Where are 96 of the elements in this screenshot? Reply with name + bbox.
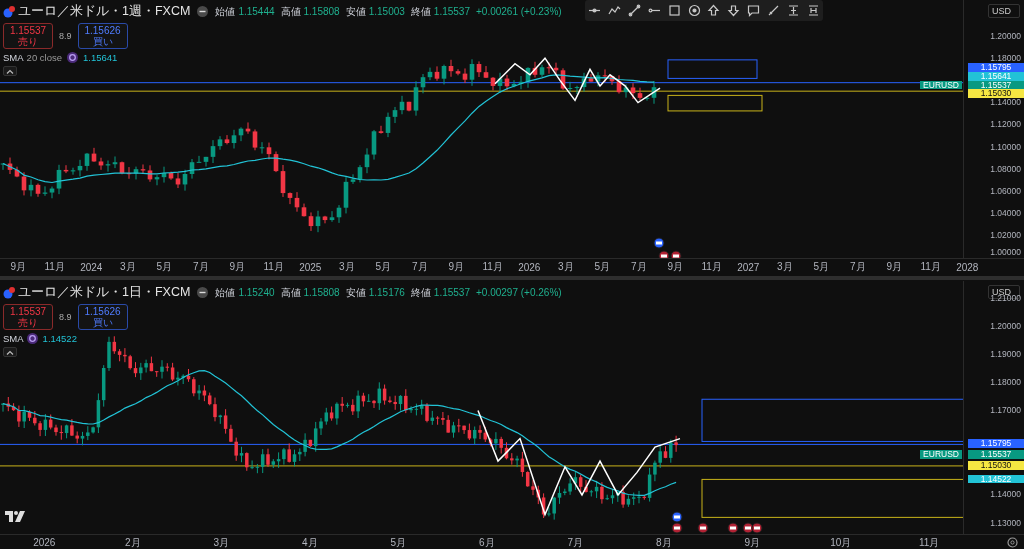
time-axis-label: 6月 [477,535,496,549]
time-axis-label: 7月 [191,260,210,274]
symbol-title: ユーロ／米ドル・1週・FXCM [18,3,191,20]
indicator-value: 1.15641 [83,52,118,63]
price-tick-label: 1.18000 [990,377,1021,387]
price-tick-label: 1.08000 [990,164,1021,174]
sell-button[interactable]: 1.15537 売り [3,23,53,49]
price-tick-label: 1.06000 [990,186,1021,196]
time-axis-label: 2027 [736,261,761,273]
time-axis-label: 9月 [228,260,247,274]
currency-selector[interactable]: USD [988,4,1020,18]
time-axis-label: 9月 [666,260,685,274]
ohlc-label: 高値 [280,4,301,19]
time-axis-label: 5月 [155,260,174,274]
time-axis-label: 11月 [700,260,723,274]
time-axis-label: 10月 [829,535,853,549]
price-tag: 1.15795 [968,438,1024,448]
price-tick-label: 1.10000 [990,142,1021,152]
buy-button[interactable]: 1.15626 買い [77,23,128,49]
ohlc-value: 1.15240 [238,287,275,298]
ohlc-value: 1.15808 [303,287,340,298]
time-axis-label: 2026 [517,261,542,273]
ohlc-value: 1.15444 [238,6,275,17]
price-tick-label: 1.20000 [990,321,1021,331]
price-tick-label: 1.02000 [990,231,1021,241]
price-tick-label: 1.20000 [990,31,1021,41]
time-axis-label: 5月 [374,260,393,274]
price-tag: 1.14522 [968,474,1024,484]
symbol-label: EURUSD [920,449,962,459]
price-tag: 1.15537 [968,449,1024,459]
time-axis-label: 11月 [43,260,66,274]
time-axis-label: 3月 [556,260,575,274]
time-axis-label: 3月 [212,535,231,549]
time-axis-label: 11月 [262,260,285,274]
time-axis-label: 2028 [955,261,980,273]
price-tag: 1.15795 [968,63,1024,72]
time-axis-label: 3月 [775,260,794,274]
indicator-params: 20 close [26,52,62,63]
time-axis-label: 2026 [32,537,57,548]
price-change: +0.00297 (+0.26%) [476,287,562,298]
spread-value: 8.9 [59,312,72,322]
time-axis-label: 9月 [447,260,466,274]
time-axis-label: 11月 [918,535,941,549]
time-axis-label: 11月 [919,260,942,274]
sell-button[interactable]: 1.15537 売り [3,304,53,330]
indicator-name: SMA [3,52,24,63]
ohlc-label: 始値 [215,4,236,19]
spread-value: 8.9 [59,31,72,41]
time-axis-label: 11月 [481,260,504,274]
price-tag: 1.15030 [968,460,1024,470]
price-tick-label: 1.04000 [990,209,1021,219]
time-axis-label: 9月 [9,260,28,274]
time-axis-label: 7月 [566,535,585,549]
price-tick-label: 1.14000 [990,490,1021,500]
time-axis-label: 2月 [123,535,142,549]
price-tag: 1.15030 [968,89,1024,98]
ohlc-label: 安値 [345,4,366,19]
time-axis-label: 9月 [743,535,762,549]
time-axis-label: 7月 [629,260,648,274]
time-axis-label: 5月 [389,535,408,549]
ohlc-label: 終値 [410,285,431,300]
price-tag: 1.15537 [968,80,1024,90]
time-axis-label: 5月 [812,260,831,274]
time-axis-label: 7月 [848,260,867,274]
symbol-title: ユーロ／米ドル・1日・FXCM [18,284,191,301]
ohlc-value: 1.15537 [433,287,470,298]
time-axis-label: 5月 [593,260,612,274]
time-axis-label: 4月 [300,535,319,549]
indicator-value: 1.14522 [42,333,77,344]
price-tag: 1.15641 [968,71,1024,81]
price-tick-label: 1.17000 [990,406,1021,415]
time-axis-label: 9月 [885,260,904,274]
time-axis-label: 8月 [654,535,673,549]
ohlc-value: 1.15537 [433,6,470,17]
price-tick-label: 1.13000 [990,518,1021,528]
time-axis-label: 2025 [298,261,323,273]
price-tick-label: 1.19000 [990,349,1021,359]
price-tick-label: 1.14000 [990,98,1021,108]
price-tick-label: 1.00000 [990,248,1021,257]
price-tick-label: 1.12000 [990,120,1021,130]
price-change: +0.00261 (+0.23%) [476,6,562,17]
time-axis-label: 3月 [118,260,137,274]
time-axis-label: 7月 [410,260,429,274]
ohlc-label: 安値 [345,285,366,300]
ohlc-label: 終値 [410,4,431,19]
ohlc-label: 始値 [215,285,236,300]
buy-button[interactable]: 1.15626 買い [77,304,128,330]
symbol-label: EURUSD [920,80,962,90]
ohlc-label: 高値 [280,285,301,300]
indicator-name: SMA [3,333,24,344]
time-axis-label: 2024 [79,261,104,273]
ohlc-value: 1.15003 [368,6,405,17]
ohlc-value: 1.15808 [303,6,340,17]
price-tick-label: 1.18000 [990,53,1021,63]
time-axis-label: 3月 [337,260,356,274]
ohlc-value: 1.15176 [368,287,405,298]
